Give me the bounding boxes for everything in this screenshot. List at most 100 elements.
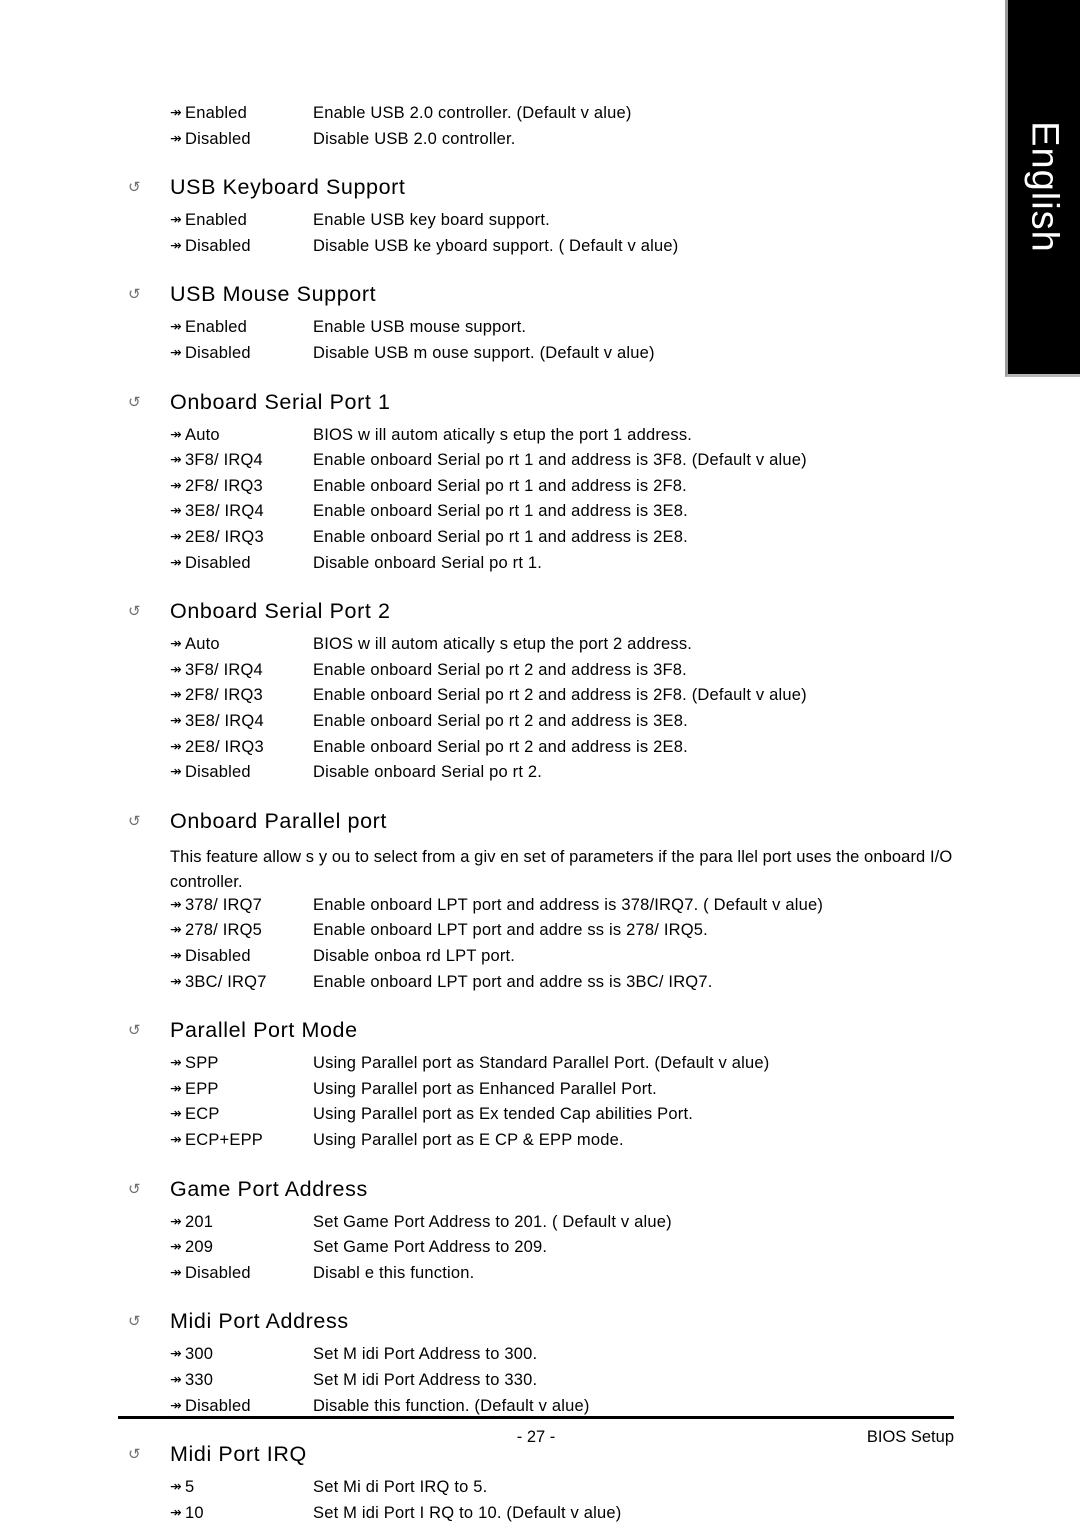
spiral-arrow-icon: ↺ [128,1180,141,1198]
option-row: ↠ 3E8/ IRQ4 Enable onboard Serial po rt 2 … [128,712,973,738]
option-description: Enable USB 2.0 controller. (Default v al… [313,104,632,122]
option-row: ↠ 278/ IRQ5 Enable onboard LPT port and ad… [128,921,973,947]
option-row: ↠ Disabled Disable USB ke yboard support. … [128,237,973,263]
option-row: ↠ 10 Set M idi Port I RQ to 10. (Default v… [128,1504,973,1530]
option-label: ECP [185,1105,220,1124]
double-arrow-icon: ↠ [170,661,182,678]
option-label: Disabled [185,129,251,148]
double-arrow-icon: ↠ [170,1346,182,1363]
option-row: ↠ EPP Using Parallel port as Enhanced Para… [128,1080,973,1106]
option-label: 3F8/ IRQ4 [185,660,263,679]
double-arrow-icon: ↠ [170,738,182,755]
option-label: 2E8/ IRQ3 [185,737,264,756]
option-label: 5 [185,1478,195,1497]
option-row: ↠ 201 Set Game Port Address to 201. ( Defa… [128,1213,973,1239]
double-arrow-icon: ↠ [170,896,182,913]
option-row: ↠ 3E8/ IRQ4 Enable onboard Serial po rt 1 … [128,502,973,528]
option-description: Enable onboard Serial po rt 1 and addres… [313,476,687,495]
section-title: Midi Port Address [170,1309,349,1334]
option-row: ↠ 2E8/ IRQ3 Enable onboard Serial po rt 1 … [128,528,973,554]
spiral-arrow-icon: ↺ [128,812,141,830]
double-arrow-icon: ↠ [170,687,182,704]
manual-page: ↠ Enabled Enable USB 2.0 controller. (Defa… [0,0,1005,1535]
option-description: Disable this function. (Default v alue) [313,1396,590,1415]
option-description: Disable USB 2.0 controller. [313,129,516,148]
page-footer: - 27 - BIOS Setup [118,1416,954,1458]
section-heading: ↺ Parallel Port Mode [128,1018,973,1048]
continued-option-list: ↠ Enabled Enable USB 2.0 controller. (Defa… [128,104,973,155]
manual-section: ↺ Onboard Serial Port 2 ↠ Auto BIOS w ill au… [128,599,973,789]
manual-section: ↺ Game Port Address ↠ 201 Set Game Port Addr… [128,1177,973,1290]
option-row: ↠ Disabled Disable USB 2.0 controller. [128,130,973,156]
section-title: Onboard Serial Port 1 [170,389,391,414]
spiral-arrow-icon: ↺ [128,1313,141,1331]
option-label: Disabled [185,763,251,782]
double-arrow-icon: ↠ [170,554,182,571]
option-description: Enable onboard Serial po rt 1 and addres… [313,527,688,546]
spiral-arrow-icon: ↺ [128,1022,141,1040]
double-arrow-icon: ↠ [170,1106,182,1123]
language-tab-english: English [1005,0,1080,377]
double-arrow-icon: ↠ [170,1080,182,1097]
option-description: Enable onboard Serial po rt 2 and addres… [313,686,807,705]
option-label: Disabled [185,553,251,572]
option-label: Enabled [185,318,247,337]
option-label: Auto [185,635,220,654]
option-row: ↠ Enabled Enable USB mouse support. [128,318,973,344]
double-arrow-icon: ↠ [170,528,182,545]
option-row: ↠ 300 Set M idi Port Address to 300. [128,1345,973,1371]
section-heading: ↺ Game Port Address [128,1177,973,1207]
option-description: Enable onboard LPT port and addre ss is … [313,972,713,991]
option-label: 2F8/ IRQ3 [185,476,263,495]
option-description: Disable onboard Serial po rt 1. [313,553,543,572]
option-description: Set Game Port Address to 209. [313,1238,548,1257]
section-title: USB Keyboard Support [170,175,406,200]
option-row: ↠ ECP+EPP Using Parallel port as E CP & EP… [128,1131,973,1157]
double-arrow-icon: ↠ [170,477,182,494]
option-description: Disabl e this function. [313,1263,475,1282]
double-arrow-icon: ↠ [170,130,182,147]
section-heading: ↺ USB Mouse Support [128,282,973,312]
option-label: 330 [185,1371,214,1389]
option-row: ↠ 3BC/ IRQ7 Enable onboard LPT port and ad… [128,973,973,999]
double-arrow-icon: ↠ [170,344,182,361]
section-title: Onboard Parallel port [170,808,387,833]
option-row: ↠ 2F8/ IRQ3 Enable onboard Serial po rt 1 … [128,477,973,503]
option-row: ↠ Enabled Enable USB 2.0 controller. (Defa… [128,104,973,130]
option-label: 2E8/ IRQ3 [185,527,264,546]
section-title: Parallel Port Mode [170,1018,358,1043]
option-row: ↠ ECP Using Parallel port as Ex tended Cap… [128,1105,973,1131]
section-heading: ↺ Onboard Serial Port 2 [128,599,973,629]
option-description: Enable onboard LPT port and address is 3… [313,895,824,914]
double-arrow-icon: ↠ [170,1055,182,1072]
option-row: ↠ 2E8/ IRQ3 Enable onboard Serial po rt 2 … [128,738,973,764]
manual-section: ↺ USB Mouse Support ↠ Enabled Enable USB mou… [128,282,973,369]
option-row: ↠ 2F8/ IRQ3 Enable onboard Serial po rt 2 … [128,686,973,712]
footer-divider [118,1416,954,1419]
double-arrow-icon: ↠ [170,237,182,254]
option-label: Disabled [185,947,251,966]
double-arrow-icon: ↠ [170,948,182,965]
double-arrow-icon: ↠ [170,1239,182,1256]
option-row: ↠ Disabled Disabl e this function. [128,1264,973,1290]
option-label: 3F8/ IRQ4 [185,451,263,470]
spiral-arrow-icon: ↺ [128,393,141,411]
double-arrow-icon: ↠ [170,452,182,469]
double-arrow-icon: ↠ [170,319,182,336]
section-heading: ↺ Onboard Serial Port 1 [128,390,973,420]
option-description: Using Parallel port as Standard Parallel… [313,1054,770,1073]
manual-section: ↺ Onboard Parallel port This feature allow… [128,809,973,999]
spiral-arrow-icon: ↺ [128,286,141,304]
double-arrow-icon: ↠ [170,1504,182,1521]
option-description: Enable USB mouse support. [313,318,527,337]
option-description: Using Parallel port as E CP & EPP mode. [313,1131,624,1150]
double-arrow-icon: ↠ [170,503,182,520]
option-row: ↠ 5 Set Mi di Port IRQ to 5. [128,1478,973,1504]
option-label: Disabled [185,343,251,362]
option-label: ECP+EPP [185,1131,263,1150]
option-description: Disable onboard Serial po rt 2. [313,763,543,782]
page-number: - 27 - [516,1428,556,1446]
option-row: ↠ Disabled Disable onboard Serial po rt 2. [128,763,973,789]
double-arrow-icon: ↠ [170,712,182,729]
option-label: Enabled [185,211,247,230]
